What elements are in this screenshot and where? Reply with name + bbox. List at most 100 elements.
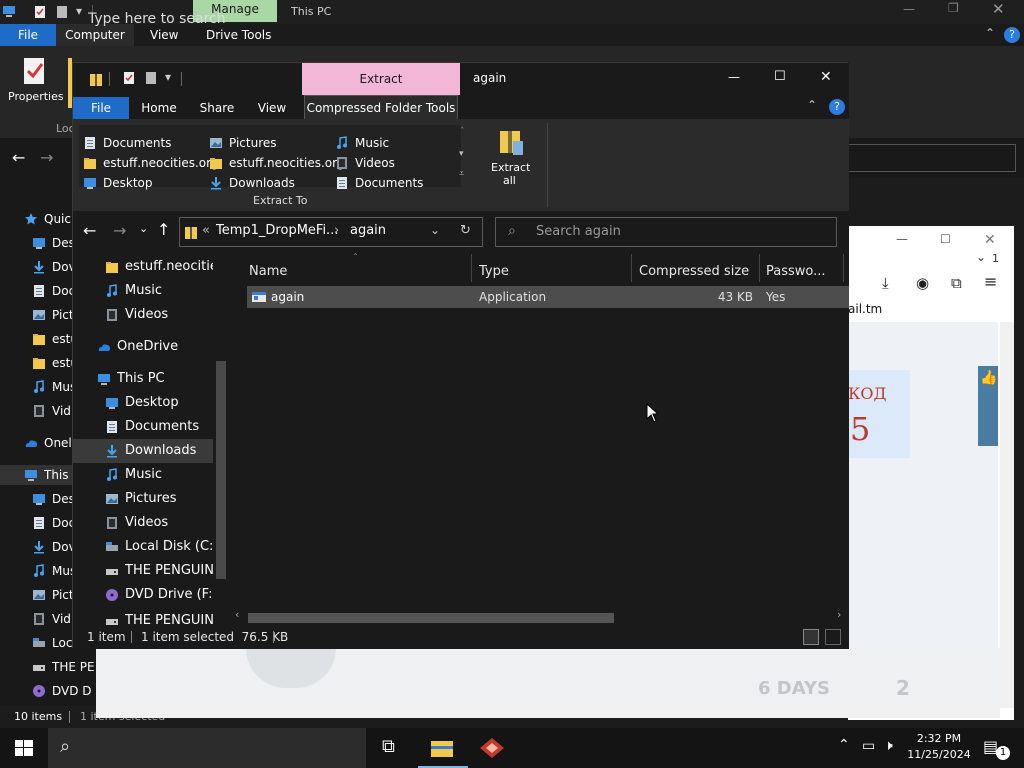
collapse-ribbon-icon[interactable]: ⌃	[985, 26, 995, 40]
bg-sidebar-item[interactable]: DVD D	[4, 681, 96, 701]
details-view-icon[interactable]	[803, 629, 819, 645]
address-segment-again[interactable]: again	[350, 223, 386, 238]
nav-item[interactable]: Local Disk (C:)	[73, 535, 213, 559]
column-header-compressed-size[interactable]: Compressed size	[639, 258, 749, 286]
new-folder-icon[interactable]	[56, 5, 68, 19]
scroll-right-icon[interactable]: ›	[837, 608, 841, 621]
destination-item[interactable]: estuff.neocities.org	[83, 153, 218, 173]
tab-home[interactable]: Home	[133, 97, 185, 119]
destination-item[interactable]: Documents	[83, 133, 207, 153]
extract-all-button[interactable]: Extract all	[485, 123, 537, 201]
browser-hscrollbar[interactable]	[96, 706, 1000, 718]
gallery-up-icon[interactable]: ˆ	[460, 127, 465, 137]
destination-item[interactable]: Videos	[335, 153, 459, 173]
help-icon[interactable]: ?	[1004, 27, 1020, 43]
large-icons-view-icon[interactable]	[825, 629, 841, 645]
browser-scrollbar[interactable]	[1000, 322, 1014, 708]
nav-item[interactable]: DVD Drive (F:) I	[73, 583, 213, 607]
file-explorer-icon[interactable]	[430, 738, 454, 758]
bg-tab-file[interactable]: File	[0, 24, 56, 46]
properties-button[interactable]: Properties	[8, 90, 64, 103]
refresh-icon[interactable]: ↻	[460, 223, 471, 238]
address-segment-temp[interactable]: Temp1_DropMeFi...	[216, 223, 338, 238]
table-row[interactable]	[247, 286, 849, 308]
recent-locations-icon[interactable]: ⌄	[139, 222, 148, 235]
column-divider[interactable]	[843, 254, 844, 282]
maximize-button[interactable]: ☐	[757, 63, 803, 95]
properties-icon[interactable]	[123, 71, 135, 85]
nav-item[interactable]: Videos	[73, 303, 213, 327]
destination-item[interactable]: Pictures	[209, 133, 333, 153]
gallery-down-icon[interactable]: ▾	[459, 149, 464, 159]
bg-search-box[interactable]	[848, 144, 1016, 172]
tab-compressed-folder-tools[interactable]: Compressed Folder Tools	[304, 95, 458, 120]
quick-access-dropdown-icon[interactable]: ▾	[165, 70, 171, 84]
gallery-scroll[interactable]: ˆ ▾ ⩡	[459, 127, 469, 183]
bg-minimize-icon[interactable]: —	[903, 2, 915, 16]
nav-item[interactable]: Desktop	[73, 391, 213, 415]
search-box[interactable]: ⌕ Search again	[495, 217, 837, 247]
nav-item[interactable]: Music	[73, 279, 213, 303]
column-header-password[interactable]: Passwo...	[766, 258, 832, 286]
volume-muted-icon[interactable]: 🕨	[884, 738, 893, 754]
bg-tab-computer[interactable]: Computer	[56, 24, 134, 46]
up-icon[interactable]: ↑	[157, 220, 170, 239]
column-divider[interactable]	[471, 254, 472, 282]
help-icon[interactable]: ?	[829, 99, 845, 115]
nav-item[interactable]: estuff.neocities	[73, 255, 213, 279]
column-divider[interactable]	[631, 254, 632, 282]
system-clock[interactable]: 2:32 PM 11/25/2024	[906, 731, 972, 763]
taskbar-search[interactable]: ⌕	[48, 728, 366, 768]
nav-item[interactable]: Videos	[73, 511, 213, 535]
windows-start-icon[interactable]	[15, 740, 33, 756]
tab-share[interactable]: Share	[191, 97, 243, 119]
column-divider[interactable]	[759, 254, 760, 282]
like-button[interactable]: 👍	[978, 366, 998, 446]
winrar-icon[interactable]	[478, 736, 506, 760]
gallery-more-icon[interactable]: ⩡	[459, 169, 464, 179]
browser-maximize-icon[interactable]: ☐	[940, 232, 951, 246]
forward-icon[interactable]: →	[113, 221, 126, 240]
nav-item[interactable]: Music	[73, 463, 213, 487]
file-name[interactable]: again	[271, 286, 304, 308]
address-overflow-icon[interactable]: «	[202, 223, 210, 238]
nav-item[interactable]: THE PENGUIN	[73, 559, 213, 583]
new-folder-icon[interactable]	[145, 71, 157, 85]
scroll-left-icon[interactable]: ‹	[235, 608, 239, 621]
download-icon[interactable]: ⤓	[882, 274, 889, 292]
destination-item[interactable]: estuff.neocities.org	[209, 153, 344, 173]
destination-item[interactable]: Desktop	[83, 173, 207, 193]
column-header-type[interactable]: Type	[479, 258, 509, 286]
back-icon[interactable]: ←	[83, 221, 96, 240]
bg-maximize-icon[interactable]: ❐	[948, 1, 959, 15]
properties-icon[interactable]	[34, 5, 46, 19]
browser-minimize-icon[interactable]: —	[896, 232, 908, 246]
properties-icon[interactable]	[22, 56, 48, 86]
network-icon[interactable]: ▭	[862, 738, 875, 754]
taskbar-search-input[interactable]: Type here to search	[88, 11, 226, 27]
bg-tab-drive-tools[interactable]: Drive Tools	[206, 24, 271, 46]
column-header-name[interactable]: Name	[249, 258, 287, 286]
address-dropdown-icon[interactable]: ⌄	[430, 223, 440, 237]
hscroll-thumb[interactable]	[248, 613, 614, 623]
forward-icon[interactable]: →	[40, 148, 53, 167]
destination-item[interactable]: Downloads	[209, 173, 333, 193]
nav-item[interactable]: Downloads	[73, 439, 213, 463]
back-icon[interactable]: ←	[12, 148, 25, 167]
tab-view[interactable]: View	[247, 97, 297, 119]
nav-item[interactable]: Documents	[73, 415, 213, 439]
bg-sidebar-item[interactable]: THE PE	[4, 657, 96, 677]
close-button[interactable]: ✕	[803, 63, 849, 95]
browser-close-icon[interactable]: ✕	[984, 232, 996, 248]
tab-file[interactable]: File	[73, 97, 129, 119]
quick-access-dropdown-icon[interactable]: ▾	[76, 4, 82, 18]
extract-context-tab[interactable]: Extract	[302, 63, 460, 95]
nav-item[interactable]: Pictures	[73, 487, 213, 511]
navigation-pane-scrollbar[interactable]	[216, 361, 226, 579]
task-view-icon[interactable]: ⧉	[382, 736, 395, 757]
nav-item[interactable]: OneDrive	[73, 335, 213, 359]
nav-item[interactable]: This PC	[73, 367, 213, 391]
menu-icon[interactable]: ≡	[984, 272, 997, 291]
bg-tab-view[interactable]: View	[150, 24, 178, 46]
destination-item[interactable]: Music	[335, 133, 459, 153]
